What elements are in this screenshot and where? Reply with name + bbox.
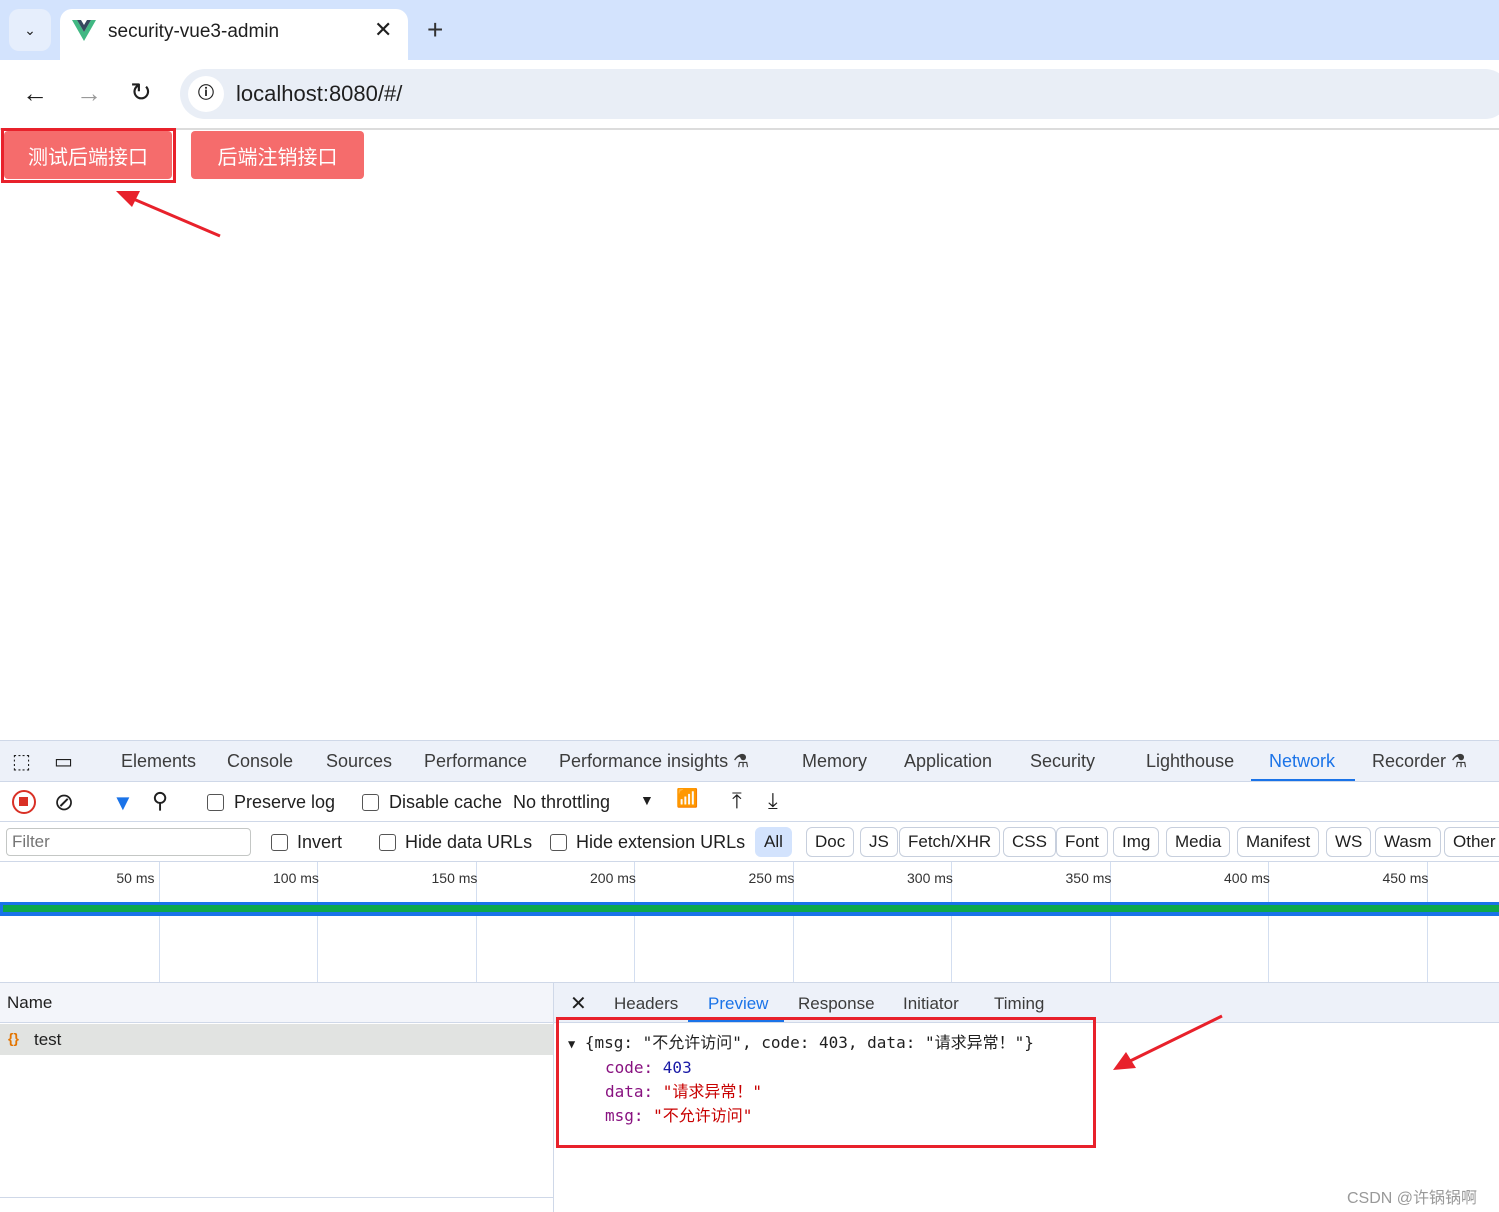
annotation-arrow-icon: [116, 191, 221, 238]
filter-input[interactable]: [6, 828, 251, 856]
type-filter-all[interactable]: All: [755, 827, 792, 857]
throttling-select[interactable]: No throttling: [513, 792, 610, 813]
tab-initiator[interactable]: Initiator: [903, 994, 959, 1014]
close-icon[interactable]: ✕: [570, 991, 587, 1016]
divider: [0, 1197, 553, 1198]
tab-performance-insights[interactable]: Performance insights: [559, 751, 728, 772]
type-filter-img[interactable]: Img: [1113, 827, 1160, 857]
device-toolbar-icon[interactable]: ▭: [54, 749, 73, 774]
type-filter-other[interactable]: Other: [1444, 827, 1499, 857]
tab-recorder[interactable]: Recorder: [1372, 751, 1446, 772]
tab-memory[interactable]: Memory: [802, 751, 867, 772]
tab-preview[interactable]: Preview: [708, 994, 768, 1014]
timeline-tick-label: 300 ms: [907, 870, 953, 886]
requests-header: Name: [0, 983, 553, 1023]
type-filter-wasm[interactable]: Wasm: [1375, 827, 1441, 857]
type-filter-manifest[interactable]: Manifest: [1237, 827, 1320, 857]
site-info-icon[interactable]: ⓘ: [188, 76, 224, 112]
chevron-down-icon[interactable]: ▼: [640, 792, 654, 808]
invert-checkbox[interactable]: [271, 834, 288, 851]
divider: [0, 861, 1499, 862]
hide-extension-urls-label: Hide extension URLs: [576, 832, 746, 852]
address-bar[interactable]: ⓘ localhost:8080/#/: [180, 69, 1499, 119]
tab-console[interactable]: Console: [227, 751, 293, 772]
tab-network[interactable]: Network: [1269, 751, 1335, 772]
new-tab-button[interactable]: +: [427, 14, 443, 46]
invert-label: Invert: [297, 832, 343, 852]
export-har-icon[interactable]: ⤓: [768, 788, 778, 814]
request-name: test: [34, 1030, 62, 1049]
annotation-arrow-icon: [1113, 1014, 1223, 1070]
tab-title: security-vue3-admin: [108, 21, 280, 42]
type-filter-ws[interactable]: WS: [1326, 827, 1372, 857]
preserve-log-checkbox[interactable]: [207, 794, 224, 811]
flask-icon: ⚗: [733, 751, 750, 771]
tab-search-button[interactable]: ⌄: [9, 9, 51, 51]
divider: [0, 821, 1499, 822]
tab-headers[interactable]: Headers: [614, 994, 678, 1014]
tab-application[interactable]: Application: [904, 751, 992, 772]
overview-bar: [0, 902, 1499, 916]
hide-data-urls-label: Hide data URLs: [405, 832, 533, 852]
type-filter-fetch-xhr[interactable]: Fetch/XHR: [899, 827, 1001, 857]
inspect-element-icon[interactable]: ⬚: [12, 749, 31, 774]
tab-sources[interactable]: Sources: [326, 751, 392, 772]
watermark: CSDN @许锅锅啊: [1347, 1190, 1478, 1207]
tab-elements[interactable]: Elements: [121, 751, 196, 772]
disable-cache-checkbox[interactable]: [362, 794, 379, 811]
type-filter-css[interactable]: CSS: [1003, 827, 1056, 857]
hide-data-urls-checkbox[interactable]: [379, 834, 396, 851]
reload-icon[interactable]: ↻: [130, 77, 152, 108]
import-har-icon[interactable]: ⤒: [732, 788, 742, 814]
timeline-tick-label: 150 ms: [431, 870, 478, 886]
timeline-tick-label: 350 ms: [1065, 870, 1112, 886]
timeline-tick-label: 100 ms: [273, 870, 319, 886]
forward-icon[interactable]: →: [76, 78, 102, 109]
tab-timing[interactable]: Timing: [994, 994, 1044, 1014]
logout-backend-button[interactable]: 后端注销接口: [191, 131, 364, 179]
timeline-gridline: [158, 862, 160, 982]
tab-security[interactable]: Security: [1030, 751, 1095, 772]
tab-lighthouse[interactable]: Lighthouse: [1146, 751, 1234, 772]
tab-performance[interactable]: Performance: [424, 751, 527, 772]
json-file-icon: {}: [8, 1030, 19, 1046]
hide-extension-urls-checkbox[interactable]: [550, 834, 567, 851]
disable-cache-label: Disable cache: [389, 792, 503, 812]
type-filter-doc[interactable]: Doc: [806, 827, 855, 857]
clear-icon[interactable]: ⊘: [54, 788, 74, 817]
request-row[interactable]: {} test: [0, 1024, 553, 1055]
timeline-tick-label: 400 ms: [1224, 870, 1270, 886]
timeline-tick-label: 50 ms: [116, 870, 155, 886]
tab-response[interactable]: Response: [798, 994, 875, 1014]
timeline-tick-label: 200 ms: [590, 870, 636, 886]
name-column-header[interactable]: Name: [7, 993, 52, 1013]
stop-recording-icon[interactable]: [12, 790, 36, 814]
filter-icon[interactable]: ▼: [112, 790, 134, 816]
type-filter-js[interactable]: JS: [860, 827, 898, 857]
flask-icon: ⚗: [1451, 751, 1468, 771]
network-conditions-icon[interactable]: 📶: [676, 788, 698, 809]
active-tab-indicator: [1251, 779, 1355, 781]
timeline-tick-label: 450 ms: [1382, 870, 1429, 886]
search-icon[interactable]: ⚲: [152, 788, 168, 814]
type-filter-font[interactable]: Font: [1056, 827, 1109, 857]
annotation-box: [556, 1017, 1096, 1148]
type-filter-media[interactable]: Media: [1166, 827, 1231, 857]
vue-logo-icon: [72, 20, 96, 41]
devtools-tabbar: ⬚ ▭ Elements Console Sources Performance…: [0, 740, 1499, 782]
url-text: localhost:8080/#/: [236, 81, 403, 106]
back-icon[interactable]: ←: [22, 78, 48, 109]
close-tab-icon[interactable]: ✕: [374, 17, 392, 43]
preserve-log-label: Preserve log: [234, 792, 336, 812]
browser-tab[interactable]: security-vue3-admin ✕: [60, 9, 408, 60]
annotation-box: [1, 128, 176, 183]
timeline-tick-label: 250 ms: [748, 870, 795, 886]
